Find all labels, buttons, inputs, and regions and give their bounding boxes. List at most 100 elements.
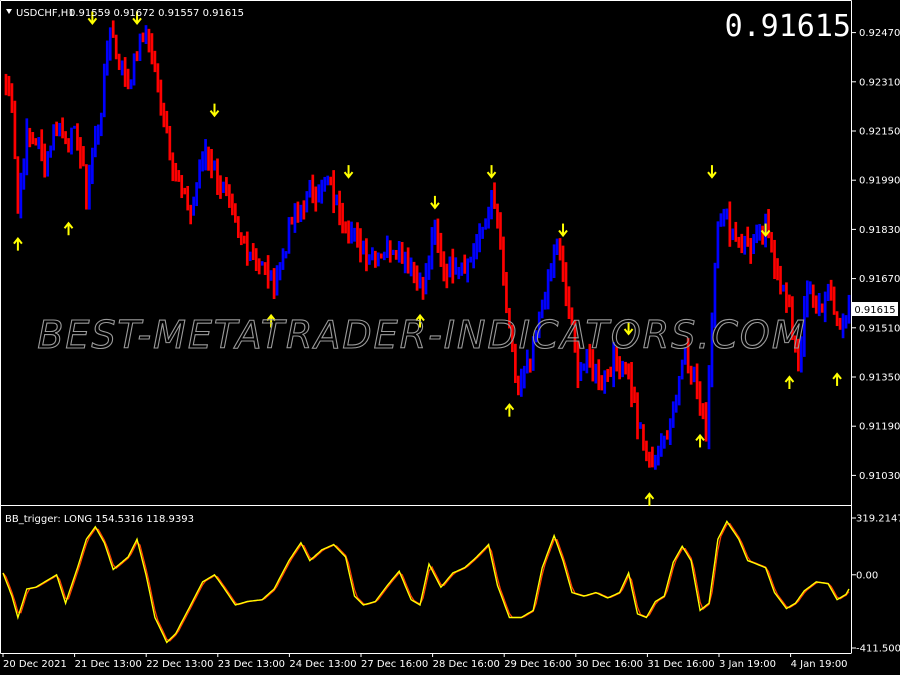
price-bar (37, 137, 41, 150)
price-bar (94, 125, 97, 158)
price-bar (34, 138, 38, 146)
price-bar (648, 451, 651, 468)
price-bar (58, 122, 61, 137)
price-bar (368, 254, 371, 265)
price-bar (231, 193, 234, 216)
price-bar (442, 251, 446, 282)
price-bar (746, 226, 750, 247)
price-bar (162, 102, 166, 128)
price-bar (52, 124, 55, 151)
price-bar (460, 262, 464, 276)
price-bar (350, 221, 353, 244)
price-bar (719, 213, 723, 227)
price-bar (394, 250, 398, 260)
time-tick-label: 20 Dec 2021 (3, 659, 67, 670)
price-bar (222, 181, 225, 193)
price-bar (25, 118, 29, 176)
price-bar (770, 232, 773, 253)
price-bar (662, 435, 666, 449)
price-bar (278, 262, 282, 281)
price-bar (722, 208, 726, 227)
time-tick-label: 23 Dec 13:00 (218, 659, 285, 670)
price-bar (198, 159, 201, 189)
time-tick-label: 24 Dec 13:00 (289, 659, 356, 670)
price-bar (594, 363, 598, 384)
price-bar (177, 170, 181, 182)
trading-chart[interactable]: 0.92470 0.92310 0.92150 0.91990 0.91830 0.916… (0, 0, 900, 675)
indicator-tick-label: 319.2147 (856, 514, 900, 525)
price-bar (695, 363, 699, 400)
price-bar (430, 227, 434, 270)
price-bar (254, 248, 258, 271)
price-bar (111, 20, 115, 38)
price-bar (153, 50, 157, 73)
price-bar (335, 194, 338, 206)
price-bar (180, 175, 184, 199)
price-bar (740, 233, 744, 254)
price-bar (445, 263, 449, 289)
price-bar (183, 187, 187, 195)
price-bar (228, 184, 231, 208)
price-bar (716, 221, 720, 269)
price-bar (275, 265, 279, 296)
price-bar (835, 311, 839, 327)
price-bar (654, 454, 657, 470)
price-bar (579, 362, 583, 382)
price-bar (391, 249, 395, 255)
price-bar (204, 139, 207, 171)
price-bar (7, 75, 11, 97)
price-bar (668, 418, 672, 445)
price-bar (269, 270, 273, 281)
price-bar (251, 243, 255, 261)
price-bar (120, 60, 124, 76)
price-bar (505, 271, 508, 314)
price-bar (555, 238, 559, 255)
price-bar (16, 156, 20, 214)
price-bar (338, 190, 341, 226)
price-bar (659, 433, 663, 457)
price-bar (737, 236, 741, 248)
price-tick-label: 0.91990 (859, 176, 900, 187)
price-bar (76, 123, 79, 151)
price-bar (671, 401, 675, 428)
price-bar (558, 238, 562, 261)
price-bar (665, 430, 669, 440)
price-bar (28, 127, 32, 148)
price-bar (91, 147, 94, 185)
price-bar (242, 235, 246, 244)
price-bar (207, 146, 210, 171)
price-bar (290, 216, 294, 225)
price-bar (421, 276, 425, 300)
price-bar (412, 261, 416, 284)
price-bar (385, 235, 389, 258)
price-bar (564, 262, 568, 307)
price-bar (674, 394, 678, 413)
price-bar (234, 203, 237, 223)
price-bar (326, 175, 330, 186)
price-bar (788, 294, 791, 308)
price-bar (144, 25, 148, 45)
price-bar (260, 261, 264, 266)
price-bar (46, 151, 50, 177)
price-bar (448, 256, 452, 278)
price-tick-label: 0.91830 (859, 225, 900, 236)
price-bar (31, 132, 35, 145)
price-bar (418, 272, 422, 289)
price-bar (642, 424, 645, 451)
ohlc-values: 0.91559 0.91672 0.91557 0.91615 (69, 8, 244, 19)
price-bar (493, 182, 496, 209)
price-bar (841, 313, 845, 339)
price-bar (397, 241, 401, 263)
price-bar (296, 201, 300, 223)
price-bar (49, 145, 52, 158)
price-bar (102, 63, 106, 118)
price-bar (213, 160, 216, 171)
price-bar (225, 177, 228, 197)
price-bar (814, 295, 818, 314)
time-tick-label: 22 Dec 13:00 (146, 659, 213, 670)
price-bar (70, 127, 73, 155)
current-price-text: 0.91615 (854, 305, 895, 316)
price-bar (543, 291, 547, 310)
price-bar (344, 221, 347, 234)
price-bar (317, 184, 321, 203)
